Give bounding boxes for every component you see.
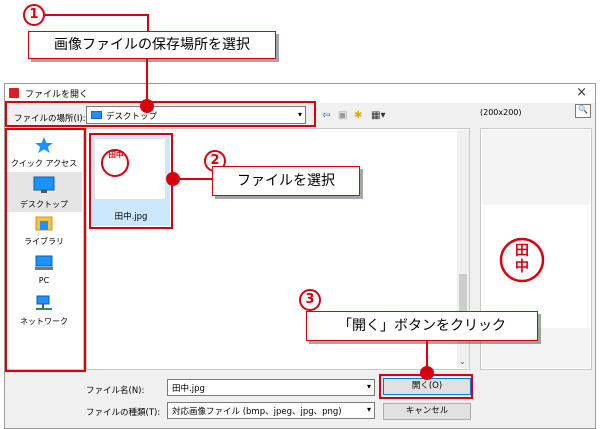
step-badge-1: 1 (23, 4, 45, 26)
callout-3: 「開く」ボタンをクリック (306, 311, 538, 341)
magnifier-icon: 🔍 (578, 105, 588, 114)
callout-line (44, 14, 148, 16)
preview-stamp-text: 田中 (515, 243, 529, 275)
filename-input[interactable]: 田中.jpg ▾ (167, 379, 375, 396)
filetype-value: 対応画像ファイル (bmp、jpeg、jpg、png) (172, 407, 342, 417)
step-badge-3: 3 (299, 289, 321, 311)
app-icon (9, 88, 19, 98)
back-icon[interactable]: ⇦ (322, 110, 330, 121)
filename-value: 田中.jpg (172, 384, 205, 394)
cancel-button[interactable]: キャンセル (383, 403, 471, 420)
callout-1: 画像ファイルの保存場所を選択 (28, 31, 276, 59)
filetype-select[interactable]: 対応画像ファイル (bmp、jpeg、jpg、png) ▾ (167, 402, 375, 419)
callout-line (426, 341, 428, 369)
chevron-down-icon[interactable]: ▾ (367, 382, 371, 391)
highlight-location (5, 101, 316, 127)
callout-line (146, 59, 148, 101)
dialog-titlebar: ファイルを開く × (4, 83, 596, 103)
callout-dot (166, 172, 180, 186)
view-menu-icon[interactable]: ▦▾ (371, 110, 385, 121)
dialog-title: ファイルを開く (25, 90, 89, 100)
preview-size: (200x200) (480, 108, 522, 117)
new-folder-icon[interactable]: ✱ (354, 110, 362, 121)
close-button[interactable]: × (576, 85, 587, 100)
callout-dot (140, 99, 154, 113)
callout-line (174, 178, 214, 180)
filename-label: ファイル名(N): (86, 386, 145, 396)
callout-line (147, 14, 149, 32)
callout-2: ファイルを選択 (212, 166, 360, 196)
preview-pane-top-band (482, 130, 590, 205)
highlight-file (89, 133, 173, 229)
filetype-label: ファイルの種類(T): (86, 408, 161, 418)
highlight-places (5, 128, 86, 372)
chevron-down-icon: ▾ (366, 405, 371, 414)
preview-toggle-button[interactable]: 🔍 (575, 104, 591, 118)
scroll-down-icon[interactable]: ⌄ (459, 357, 466, 366)
callout-dot (420, 366, 434, 380)
up-folder-icon[interactable]: ▣ (338, 110, 347, 121)
